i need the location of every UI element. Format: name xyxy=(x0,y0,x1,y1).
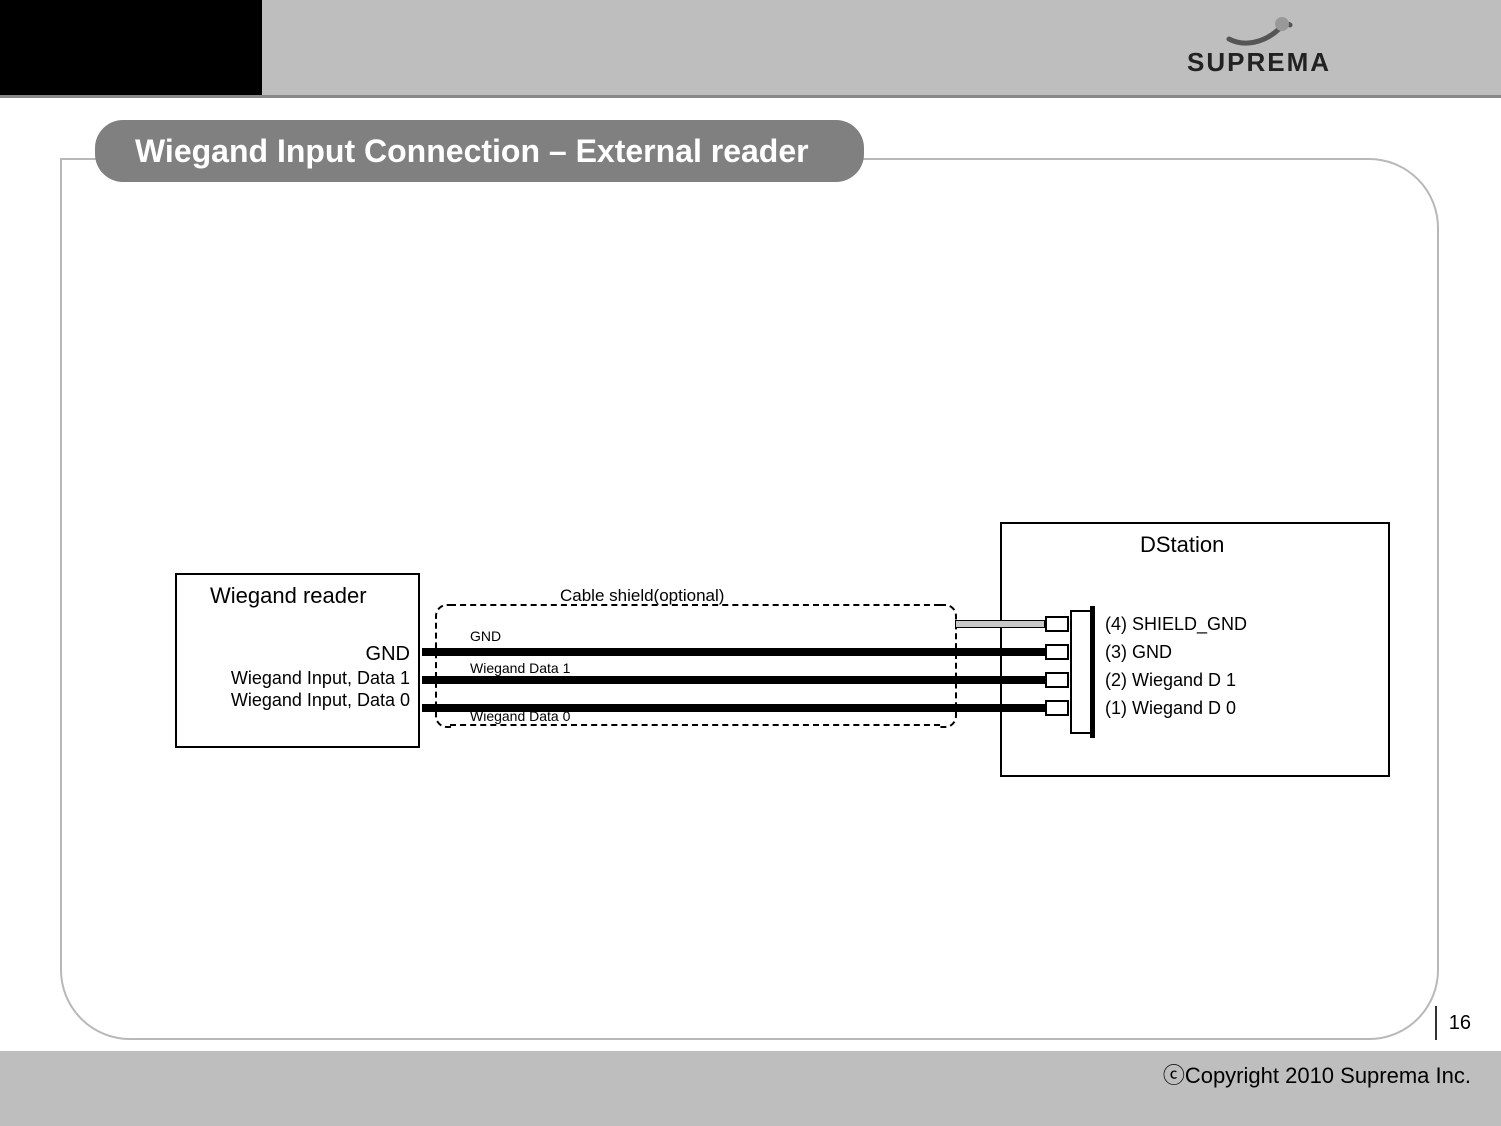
brand-logo: SUPREMA xyxy=(1187,15,1331,78)
page-title: Wiegand Input Connection – External read… xyxy=(95,120,864,182)
copyright-text: ⓒCopyright 2010 Suprema Inc. xyxy=(1163,1058,1471,1090)
header-black-box xyxy=(0,0,262,95)
page-number: 16 xyxy=(1435,1006,1471,1040)
swoosh-icon xyxy=(1224,15,1294,47)
brand-text: SUPREMA xyxy=(1187,47,1331,78)
content-frame xyxy=(60,158,1439,1040)
